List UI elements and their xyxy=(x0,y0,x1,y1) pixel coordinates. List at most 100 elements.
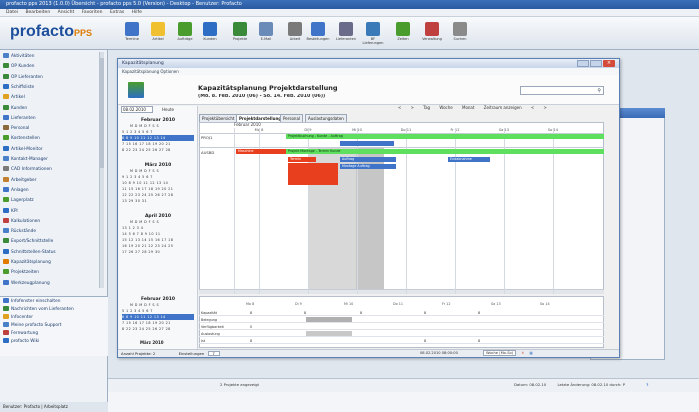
sidebar-item[interactable]: Rückstände xyxy=(3,228,36,236)
toolbar-button-calendar[interactable]: Termine xyxy=(120,20,144,48)
tab-personnel[interactable]: Personal xyxy=(280,114,304,122)
toolbar-button-work[interactable]: Arbeit xyxy=(283,20,307,48)
sidebar-item-label: Personal xyxy=(11,126,30,132)
gantt-bar[interactable] xyxy=(340,141,394,146)
toolbar-button-order[interactable]: Aufträge xyxy=(173,20,197,48)
sidebar-item[interactable]: OP Kunden xyxy=(3,63,34,71)
info-item[interactable]: profacto Wiki xyxy=(3,338,39,346)
show-range-button[interactable]: Zeitraum anzeigen xyxy=(484,105,522,110)
toolbar-button-customer[interactable]: Kunden xyxy=(198,20,222,48)
toolbar-button-article[interactable]: Artikel xyxy=(146,20,170,48)
sidebar-item[interactable]: CAD Informationen xyxy=(3,166,52,174)
menu-bar: Datei Bearbeiten Ansicht Favoriten Extra… xyxy=(0,9,699,17)
menu-extras[interactable]: Extras xyxy=(110,10,124,15)
info-item[interactable]: Infofenster einschalten xyxy=(3,298,60,306)
sidebar-item-icon xyxy=(3,228,9,234)
menu-edit[interactable]: Bearbeiten xyxy=(25,10,50,15)
today-button[interactable]: Heute xyxy=(156,106,180,113)
sidebar-item[interactable]: Kontakt-Manager xyxy=(3,156,48,164)
sidebar-item[interactable]: Lagerplatz xyxy=(3,197,34,205)
sidebar-item[interactable]: Personal xyxy=(3,125,29,133)
nav-next-button[interactable]: > xyxy=(411,105,414,110)
delivery-icon xyxy=(366,22,380,36)
gantt-bar[interactable]: Termin xyxy=(288,157,316,162)
nav-scroll-thumb[interactable] xyxy=(100,58,104,168)
nav-scrollbar[interactable] xyxy=(99,52,104,288)
sidebar-item[interactable]: Schnittstellen-Status xyxy=(3,248,56,257)
info-item[interactable]: Infocenter xyxy=(3,314,33,322)
zoom-input[interactable]: 7 xyxy=(207,351,220,356)
calendar-week-row[interactable]: 13 29 30 31 xyxy=(122,198,194,204)
range-prev-button[interactable]: < xyxy=(531,105,534,110)
date-input[interactable]: 08.02.2010 xyxy=(121,106,153,113)
menu-favorites[interactable]: Favoriten xyxy=(82,10,103,15)
gantt-row-label: AUSBD xyxy=(201,150,215,155)
menu-view[interactable]: Ansicht xyxy=(58,10,75,15)
dialog-menu[interactable]: Kapazitätsplanung Optionen xyxy=(118,68,619,75)
toolbar-button-delivery[interactable]: BF Lieferungen xyxy=(361,20,385,48)
capacity-cell: 8 xyxy=(478,339,481,343)
toolbar-button-purchase[interactable]: Bestellungen xyxy=(306,20,330,48)
sidebar-item[interactable]: Aktivitäten xyxy=(3,53,34,61)
gantt-bar[interactable]: Auftrag xyxy=(340,157,396,162)
sidebar-item-icon xyxy=(3,83,9,89)
gantt-bar[interactable]: Endabnahme xyxy=(448,157,490,162)
toolbar-button-supplier[interactable]: Lieferanten xyxy=(334,20,358,48)
period-select[interactable]: Woche (Mo-So) xyxy=(483,350,517,356)
sidebar-item[interactable]: Kapazitätsplanung xyxy=(3,259,51,267)
sidebar-item[interactable]: Kostenstellen xyxy=(3,135,40,143)
grid-icon[interactable]: ▦ xyxy=(529,351,532,355)
toolbar-button-project[interactable]: Projekte xyxy=(228,20,252,48)
sidebar-item[interactable]: KPI xyxy=(3,207,18,216)
info-item[interactable]: Fernwartung xyxy=(3,330,38,338)
toolbar-button-time[interactable]: Zeiten xyxy=(391,20,415,48)
view-day-button[interactable]: Tag xyxy=(423,105,430,110)
calendar-week-row[interactable]: 8 22 23 24 25 26 27 28 xyxy=(122,326,194,332)
tab-project-overview[interactable]: Projektübersicht xyxy=(199,114,238,122)
info-item-label: Infocenter xyxy=(11,315,33,320)
search-input[interactable]: ⚲ xyxy=(520,86,604,95)
toolbar-button-admin[interactable]: Verwaltung xyxy=(420,20,444,48)
info-item[interactable]: Meine profacto Support xyxy=(3,322,61,330)
sidebar-item[interactable]: Arbeitgeber xyxy=(3,176,36,185)
view-month-button[interactable]: Monat xyxy=(462,105,474,110)
gantt-bar[interactable]: Maschine xyxy=(236,149,286,154)
help-icon[interactable]: ? xyxy=(646,382,648,387)
nav-prev-button[interactable]: < xyxy=(398,105,401,110)
gantt-bar[interactable]: Projektbuchung - Kunde - Auftrag xyxy=(286,134,604,139)
gantt-bar[interactable]: Projekt Montage - Termin Kunde xyxy=(286,149,604,154)
info-item[interactable]: Nachrichten vom Lieferanten xyxy=(3,306,74,314)
range-next-button[interactable]: > xyxy=(544,105,547,110)
sidebar-item[interactable]: Schiffsliste xyxy=(3,83,34,92)
maximize-button[interactable] xyxy=(590,60,602,67)
sidebar-item[interactable]: Werkzeugplanung xyxy=(3,279,50,288)
toolbar-button-search[interactable]: Suchen xyxy=(448,20,472,48)
gantt-bar[interactable]: Montage Auftrag xyxy=(340,164,396,169)
sidebar-item[interactable]: Kalkulationen xyxy=(3,217,40,226)
capacity-cell: 8 xyxy=(424,339,427,343)
calendar-week-row[interactable]: 17 26 27 28 29 30 xyxy=(122,249,194,255)
close-button[interactable]: × xyxy=(603,60,615,67)
sidebar-item[interactable]: Artikel-Monitor xyxy=(3,145,43,154)
menu-help[interactable]: Hilfe xyxy=(132,10,142,15)
sidebar-item[interactable]: Artikel xyxy=(3,94,25,102)
tab-project-view[interactable]: Projektdarstellung xyxy=(236,114,285,122)
sidebar-item[interactable]: Anlagen xyxy=(3,186,29,195)
sidebar-item-icon xyxy=(3,94,9,100)
menu-file[interactable]: Datei xyxy=(6,10,18,15)
sidebar-item-icon xyxy=(3,135,9,141)
calendar-week-row[interactable]: 8 22 23 24 25 26 27 28 xyxy=(122,147,194,153)
minimize-button[interactable] xyxy=(577,60,589,67)
delete-icon[interactable]: ✕ xyxy=(521,351,524,355)
magnifier-icon[interactable]: ⚲ xyxy=(597,88,601,94)
tab-utilization[interactable]: Auslastungsdaten xyxy=(305,114,347,122)
sidebar-item[interactable]: Kunden xyxy=(3,104,27,113)
gantt-bar-block[interactable] xyxy=(288,163,338,185)
sidebar-item[interactable]: Lieferanten xyxy=(3,114,36,123)
gantt-label-divider xyxy=(234,128,235,294)
sidebar-item[interactable]: Projektzeiten xyxy=(3,269,39,277)
toolbar-button-mail[interactable]: E-Mail xyxy=(254,20,278,48)
sidebar-item[interactable]: Export/Schnittstelle xyxy=(3,238,53,246)
view-week-button[interactable]: Woche xyxy=(439,105,452,110)
sidebar-item[interactable]: OP Lieferanten xyxy=(3,73,43,82)
